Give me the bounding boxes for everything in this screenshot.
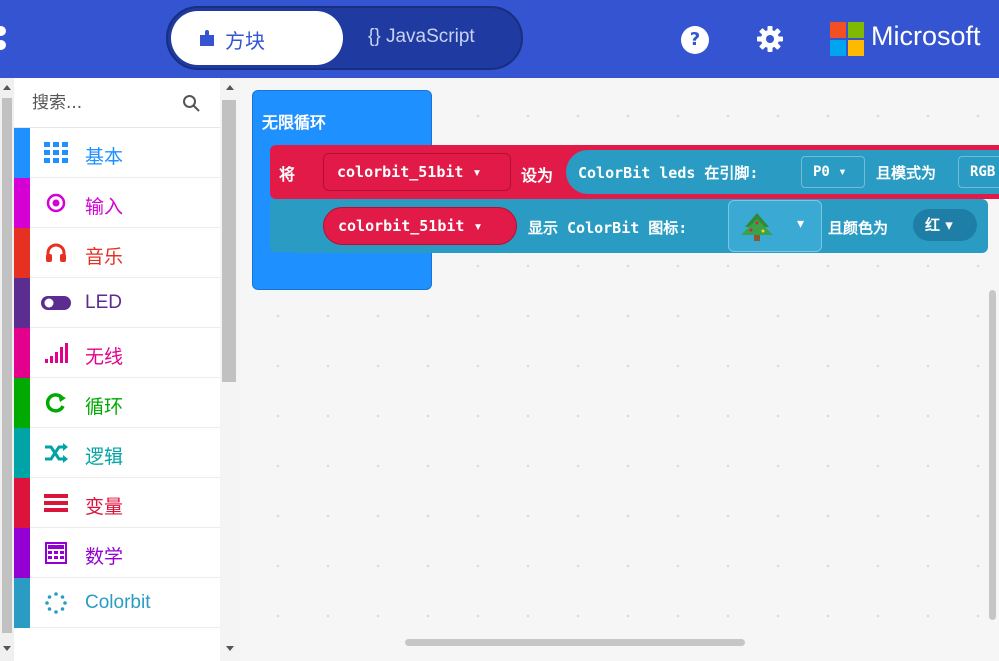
category-label: Colorbit: [85, 592, 151, 613]
color-dropdown[interactable]: 红 ▾: [913, 209, 977, 241]
variable-dropdown[interactable]: colorbit_51bit ▾: [323, 153, 511, 191]
scroll-down-icon[interactable]: [3, 646, 11, 651]
chevron-down-icon: ▾: [797, 216, 805, 232]
page-scrollbar[interactable]: [0, 78, 14, 661]
icon-dropdown[interactable]: ▾: [728, 200, 822, 252]
category-label: 数学: [85, 546, 124, 568]
editor-toggle: 方块 {} JavaScript: [166, 6, 523, 70]
scroll-down-icon[interactable]: [226, 646, 234, 651]
workspace-horizontal-scrollbar[interactable]: [405, 639, 745, 646]
scroll-up-icon[interactable]: [226, 85, 234, 90]
help-icon[interactable]: ?: [681, 26, 709, 54]
brand-text[interactable]: Microsoft: [871, 21, 981, 52]
category-basic[interactable]: 基本: [14, 128, 220, 178]
microsoft-logo[interactable]: [830, 22, 864, 56]
toolbox-search: [14, 78, 220, 128]
lines-icon: [44, 494, 68, 512]
workspace-vertical-scrollbar[interactable]: [989, 290, 996, 620]
scroll-up-icon[interactable]: [3, 85, 11, 90]
signal-icon: [45, 343, 68, 363]
headphones-icon: [46, 243, 66, 262]
header-bar: 方块 {} JavaScript ? Microsoft: [0, 0, 999, 78]
category-radio[interactable]: 无线: [14, 328, 220, 378]
init-label: ColorBit leds 在引脚:: [578, 164, 759, 182]
category-label: 基本: [85, 146, 124, 168]
menu-icon[interactable]: [0, 26, 8, 52]
category-label: 无线: [85, 346, 124, 368]
shuffle-icon: [45, 443, 68, 463]
toggle-icon: [41, 296, 71, 310]
category-label: 变量: [85, 496, 124, 518]
forever-label: 无限循环: [262, 113, 327, 132]
category-label: 逻辑: [85, 446, 124, 468]
tab-blocks-label: 方块: [225, 29, 265, 53]
tab-blocks[interactable]: 方块: [171, 11, 343, 65]
tab-javascript[interactable]: {} JavaScript: [368, 26, 475, 48]
scroll-thumb[interactable]: [222, 100, 236, 382]
loop-connector: [270, 252, 294, 262]
category-loops[interactable]: 循环: [14, 378, 220, 428]
category-logic[interactable]: 逻辑: [14, 428, 220, 478]
gear-icon[interactable]: [756, 25, 784, 53]
pin-dropdown[interactable]: P0 ▾: [801, 156, 865, 188]
radio-icon: [46, 193, 66, 213]
color-label: 且颜色为: [828, 219, 889, 237]
category-variables[interactable]: 变量: [14, 478, 220, 528]
category-music[interactable]: 音乐: [14, 228, 220, 278]
category-colorbit[interactable]: Colorbit: [14, 578, 220, 628]
tree-icon: [741, 213, 773, 241]
category-led[interactable]: LED: [14, 278, 220, 328]
toolbox-scrollbar[interactable]: [220, 78, 240, 661]
puzzle-icon: [200, 30, 214, 46]
mode-label: 且模式为: [876, 164, 937, 182]
toolbox: 基本 输入 音乐 LED: [14, 78, 220, 661]
set-label: 将: [279, 165, 296, 184]
search-input[interactable]: [32, 90, 182, 116]
scroll-thumb[interactable]: [2, 98, 12, 633]
set-to-label: 设为: [521, 166, 554, 185]
dots-circle-icon: [45, 592, 67, 614]
category-input[interactable]: 输入: [14, 178, 220, 228]
category-label: 循环: [85, 396, 124, 418]
calculator-icon: [45, 542, 67, 564]
category-label: 音乐: [85, 246, 124, 268]
category-label: LED: [85, 292, 122, 313]
loop-icon: [45, 393, 66, 413]
show-variable-dropdown[interactable]: colorbit_51bit ▾: [323, 207, 517, 245]
search-icon[interactable]: [182, 94, 200, 112]
show-label: 显示 ColorBit 图标:: [528, 219, 688, 237]
grid-icon: [44, 142, 68, 163]
colorbit-init-block[interactable]: ColorBit leds 在引脚: 且模式为: [566, 150, 999, 194]
category-label: 输入: [85, 196, 124, 218]
category-math[interactable]: 数学: [14, 528, 220, 578]
mode-dropdown[interactable]: RGB: [958, 156, 999, 188]
